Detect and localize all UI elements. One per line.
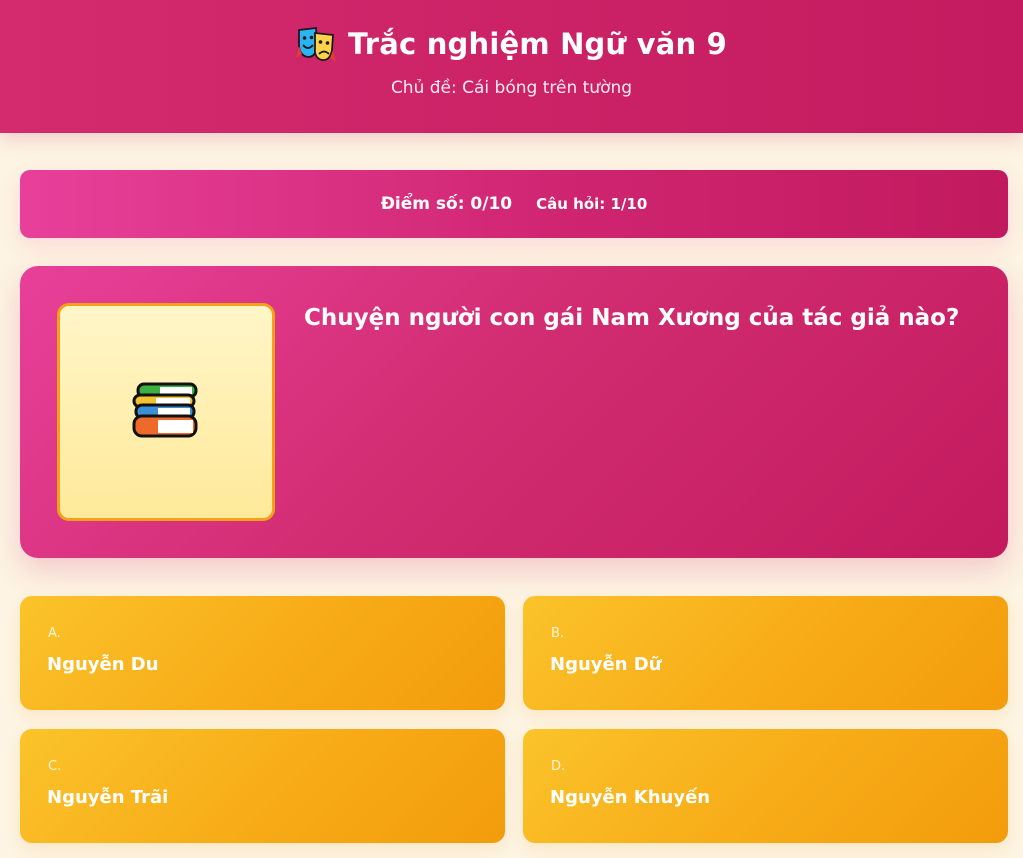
page-title: Trắc nghiệm Ngữ văn 9 — [347, 27, 728, 61]
question-image — [57, 303, 275, 521]
topic-subtitle: Chủ đề: Cái bóng trên tường — [390, 78, 633, 98]
score-label: Điểm số: 0/10 — [380, 194, 513, 214]
answer-option-b[interactable]: B. Nguyễn Dữ — [523, 596, 1008, 710]
option-letter: B. — [551, 626, 565, 641]
theater-masks-icon — [295, 26, 336, 62]
answer-option-c[interactable]: C. Nguyễn Trãi — [20, 729, 505, 843]
question-counter: Câu hỏi: 1/10 — [536, 195, 648, 213]
option-letter: C. — [48, 759, 62, 774]
option-letter: A. — [48, 626, 61, 641]
answer-option-a[interactable]: A. Nguyễn Du — [20, 596, 505, 710]
question-text: Chuyện người con gái Nam Xương của tác g… — [304, 305, 960, 331]
option-letter: D. — [551, 759, 566, 774]
books-icon — [132, 382, 198, 438]
option-text: Nguyễn Khuyến — [550, 787, 711, 808]
score-bar: Điểm số: 0/10 Câu hỏi: 1/10 — [20, 170, 1008, 238]
question-card: Chuyện người con gái Nam Xương của tác g… — [20, 266, 1008, 558]
answer-option-d[interactable]: D. Nguyễn Khuyến — [523, 729, 1008, 843]
app-header: Trắc nghiệm Ngữ văn 9 Chủ đề: Cái bóng t… — [0, 0, 1023, 133]
option-text: Nguyễn Dữ — [550, 654, 662, 675]
option-text: Nguyễn Du — [47, 654, 159, 675]
option-text: Nguyễn Trãi — [47, 787, 169, 808]
header-title-row: Trắc nghiệm Ngữ văn 9 — [0, 22, 1023, 66]
